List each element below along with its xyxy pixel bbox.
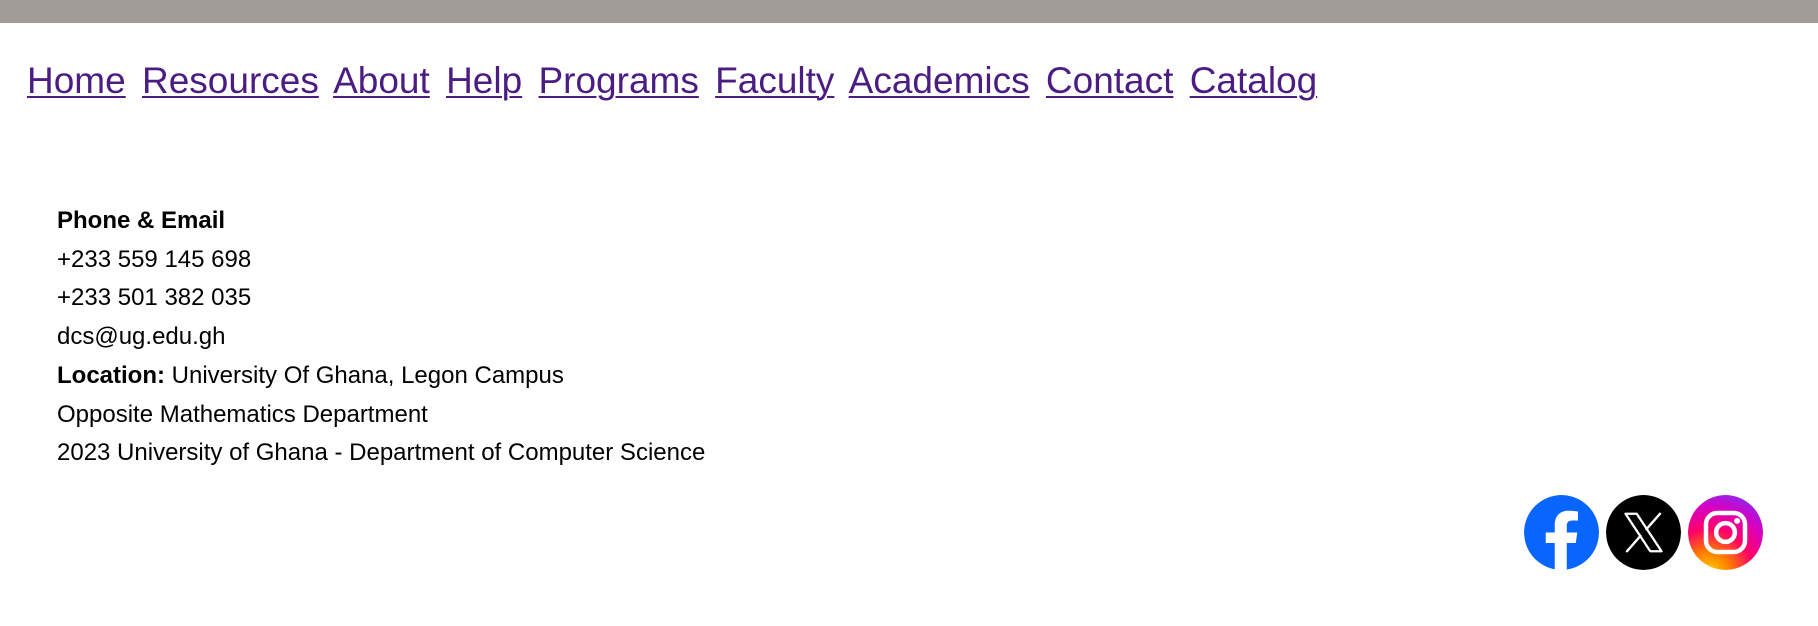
facebook-icon[interactable] — [1524, 495, 1599, 570]
instagram-icon[interactable] — [1688, 495, 1763, 570]
nav-link-about[interactable]: About — [333, 60, 430, 101]
nav-link-resources[interactable]: Resources — [142, 60, 319, 101]
social-links — [1524, 495, 1763, 570]
contact-heading: Phone & Email — [57, 207, 226, 234]
nav-link-catalog[interactable]: Catalog — [1190, 60, 1318, 101]
x-icon[interactable] — [1606, 495, 1681, 570]
nav-link-faculty[interactable]: Faculty — [715, 60, 834, 101]
top-bar — [0, 0, 1818, 23]
main-nav: Home Resources About Help Programs Facul… — [27, 58, 1323, 104]
location-detail: Opposite Mathematics Department — [57, 400, 428, 428]
email-address: dcs@ug.edu.gh — [57, 323, 226, 351]
nav-link-help[interactable]: Help — [446, 60, 522, 101]
nav-link-academics[interactable]: Academics — [849, 60, 1030, 101]
nav-link-programs[interactable]: Programs — [538, 60, 698, 101]
nav-link-home[interactable]: Home — [27, 60, 126, 101]
location-line: Location: University Of Ghana, Legon Cam… — [57, 357, 705, 396]
phone-number-2: +233 501 382 035 — [57, 284, 252, 312]
phone-number-1: +233 559 145 698 — [57, 245, 252, 273]
contact-info: Phone & Email +233 559 145 698 +233 501 … — [57, 202, 705, 473]
location-value: University Of Ghana, Legon Campus — [165, 361, 564, 389]
location-label: Location: — [57, 361, 165, 389]
nav-link-contact[interactable]: Contact — [1046, 60, 1174, 101]
copyright-text: 2023 University of Ghana - Department of… — [57, 439, 706, 467]
